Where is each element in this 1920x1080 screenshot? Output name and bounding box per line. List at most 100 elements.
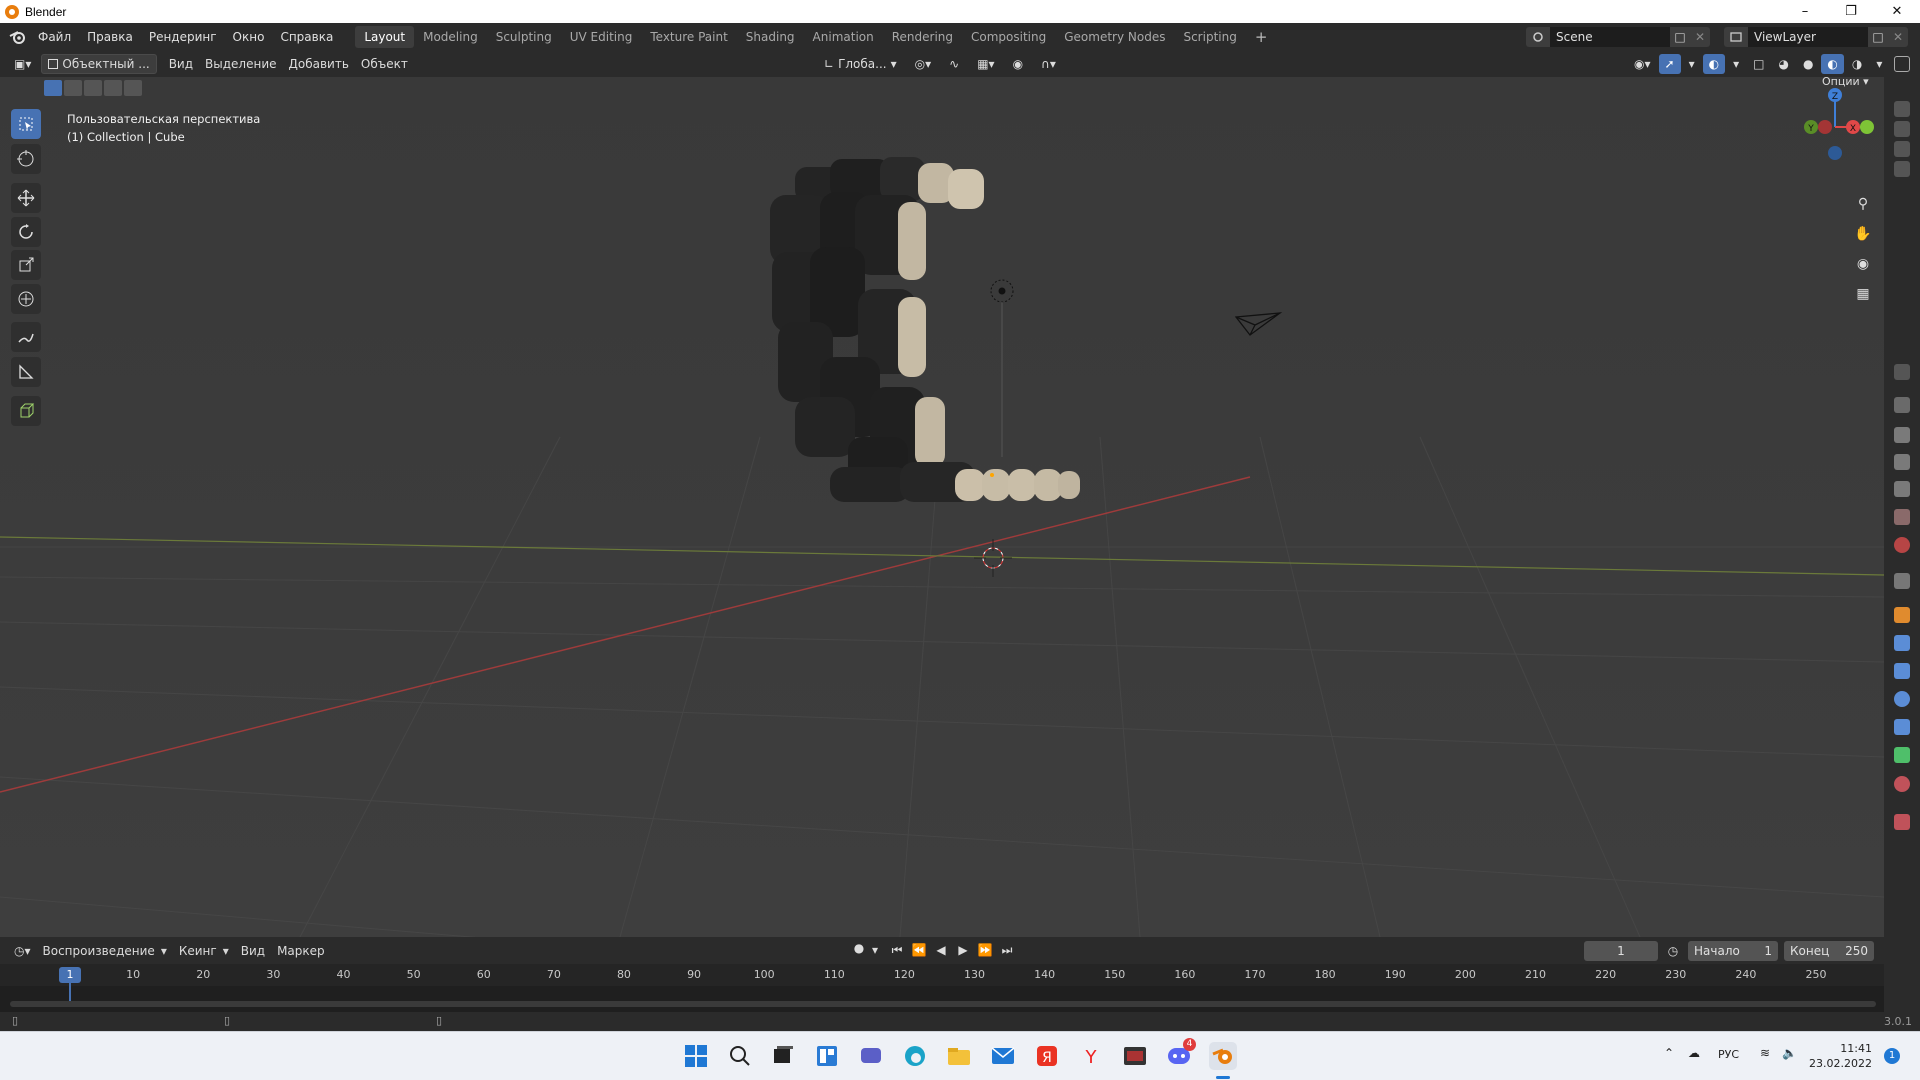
options-button[interactable]: Опции ▾ — [1822, 77, 1869, 88]
jump-next-keyframe-icon[interactable]: ⏩ — [976, 943, 994, 957]
clock-time[interactable]: 11:41 — [1808, 1041, 1872, 1056]
constraints-properties-icon[interactable] — [1894, 719, 1910, 735]
tab-compositing[interactable]: Compositing — [962, 26, 1055, 48]
close-window-button[interactable]: ✕ — [1874, 0, 1920, 23]
shading-solid-icon[interactable]: ● — [1797, 54, 1819, 74]
tab-modeling[interactable]: Modeling — [414, 26, 487, 48]
end-frame-field[interactable]: Конец 250 — [1784, 941, 1874, 961]
camera-restrict-icon-2[interactable] — [1894, 121, 1910, 137]
proportional-falloff-icon[interactable]: ∩▾ — [1035, 54, 1062, 74]
tab-texture-paint[interactable]: Texture Paint — [641, 26, 736, 48]
transform-orientation-dropdown[interactable]: ∟ Глоба... ▾ — [818, 54, 903, 74]
volume-icon[interactable]: 🔈 — [1782, 1046, 1797, 1060]
camera-restrict-icon-3[interactable] — [1894, 141, 1910, 157]
modifier-properties-icon[interactable] — [1894, 635, 1910, 651]
notification-badge[interactable]: 1 — [1884, 1048, 1900, 1064]
start-icon[interactable] — [682, 1042, 710, 1070]
preview-range-icon[interactable]: ◷ — [1664, 944, 1682, 958]
scale-tool-icon[interactable] — [11, 250, 41, 280]
camera-view-icon[interactable]: ◉ — [1850, 251, 1876, 277]
search-icon[interactable] — [726, 1042, 754, 1070]
tab-geometry-nodes[interactable]: Geometry Nodes — [1055, 26, 1174, 48]
measure-tool-icon[interactable] — [11, 357, 41, 387]
menu-add[interactable]: Добавить — [283, 54, 355, 74]
view-layer-field[interactable]: ViewLayer — [1748, 27, 1868, 47]
object-properties-icon[interactable] — [1894, 607, 1910, 623]
scene-browse-icon[interactable] — [1526, 27, 1550, 47]
play-icon[interactable]: ▶ — [954, 943, 972, 957]
timeline-editor-type-icon[interactable]: ◷▾ — [8, 941, 37, 961]
timeline-scrollbar[interactable] — [10, 1001, 1876, 1007]
tray-overflow-icon[interactable]: ⌃ — [1664, 1046, 1674, 1060]
view-layer-browse-icon[interactable] — [1724, 27, 1748, 47]
editor-type-icon[interactable]: ▣▾ — [8, 54, 37, 74]
menu-view[interactable]: Вид — [163, 54, 199, 74]
play-reverse-icon[interactable]: ◀ — [932, 943, 950, 957]
menu-edit[interactable]: Правка — [79, 23, 141, 51]
rotate-tool-icon[interactable] — [11, 217, 41, 247]
select-invert-icon[interactable] — [104, 80, 122, 96]
add-workspace-icon[interactable]: + — [1246, 26, 1277, 48]
file-explorer-icon[interactable] — [945, 1042, 973, 1070]
select-subtract-icon[interactable] — [84, 80, 102, 96]
outliner-icon[interactable] — [1894, 56, 1910, 72]
menu-select[interactable]: Выделение — [199, 54, 282, 74]
output-properties-icon[interactable] — [1894, 454, 1910, 470]
yandex-browser-icon[interactable]: Я — [1033, 1042, 1061, 1070]
menu-timeline-view[interactable]: Вид — [235, 941, 271, 961]
transform-tool-icon[interactable] — [11, 284, 41, 314]
playhead[interactable]: 1 — [59, 967, 81, 983]
menu-file[interactable]: Файл — [30, 23, 79, 51]
view-layer-delete-icon[interactable]: ✕ — [1888, 27, 1908, 47]
shading-rendered-icon[interactable]: ◑ — [1846, 54, 1868, 74]
yandex-icon[interactable]: Y — [1077, 1042, 1105, 1070]
tab-layout[interactable]: Layout — [355, 26, 415, 48]
texture-properties-icon[interactable] — [1894, 814, 1910, 830]
cursor-tool-icon[interactable] — [11, 144, 41, 174]
select-intersect-icon[interactable] — [124, 80, 142, 96]
widgets-icon[interactable] — [813, 1042, 841, 1070]
view-layer-properties-icon[interactable] — [1894, 481, 1910, 497]
blender-taskbar-icon[interactable] — [1209, 1042, 1237, 1070]
shading-material-icon[interactable]: ◐ — [1821, 54, 1844, 74]
menu-marker[interactable]: Маркер — [271, 941, 331, 961]
jump-end-icon[interactable]: ⏭ — [998, 943, 1016, 958]
perspective-toggle-icon[interactable]: ▦ — [1850, 281, 1876, 307]
task-view-icon[interactable] — [769, 1042, 797, 1070]
menu-window[interactable]: Окно — [225, 23, 273, 51]
tab-uv-editing[interactable]: UV Editing — [561, 26, 642, 48]
menu-help[interactable]: Справка — [272, 23, 341, 51]
gizmo-toggle-icon[interactable]: ➚ — [1658, 54, 1681, 74]
record-icon[interactable]: ● — [850, 941, 868, 959]
minimize-button[interactable]: – — [1782, 0, 1828, 23]
edge-icon[interactable] — [901, 1042, 929, 1070]
snap-icon[interactable]: ∿ — [943, 54, 965, 74]
select-new-icon[interactable] — [44, 80, 62, 96]
gizmo-dropdown-icon[interactable]: ▾ — [1683, 54, 1701, 74]
current-frame-field[interactable]: 1 — [1584, 941, 1658, 961]
physics-properties-icon[interactable] — [1894, 691, 1910, 707]
select-extend-icon[interactable] — [64, 80, 82, 96]
onedrive-icon[interactable]: ☁ — [1688, 1046, 1700, 1060]
collection-properties-icon[interactable] — [1894, 573, 1910, 589]
timeline-body[interactable]: 10 20 30 40 50 60 70 80 90 100 110 120 130 140 150 160 1… — [0, 964, 1884, 1012]
scene-properties-icon[interactable] — [1894, 509, 1910, 525]
tab-sculpting[interactable]: Sculpting — [487, 26, 561, 48]
material-properties-icon[interactable] — [1894, 776, 1910, 792]
world-properties-icon[interactable] — [1894, 537, 1910, 553]
clock-date[interactable]: 23.02.2022 — [1808, 1056, 1872, 1071]
select-box-tool-icon[interactable] — [11, 109, 41, 139]
menu-render[interactable]: Рендеринг — [141, 23, 225, 51]
overlays-dropdown-icon[interactable]: ▾ — [1727, 54, 1745, 74]
menu-object[interactable]: Объект — [355, 54, 414, 74]
menu-playback[interactable]: Воспроизведение — [37, 941, 161, 961]
blender-menu-icon[interactable] — [4, 23, 30, 51]
mail-icon[interactable] — [989, 1042, 1017, 1070]
keying-dropdown-icon[interactable]: ▾ — [872, 943, 884, 957]
move-tool-icon[interactable] — [11, 183, 41, 213]
tab-rendering[interactable]: Rendering — [883, 26, 962, 48]
render-properties-icon[interactable] — [1894, 427, 1910, 443]
language-indicator[interactable]: РУС — [1718, 1048, 1739, 1061]
tab-animation[interactable]: Animation — [804, 26, 883, 48]
shading-wireframe-icon[interactable]: ◕ — [1772, 54, 1794, 74]
